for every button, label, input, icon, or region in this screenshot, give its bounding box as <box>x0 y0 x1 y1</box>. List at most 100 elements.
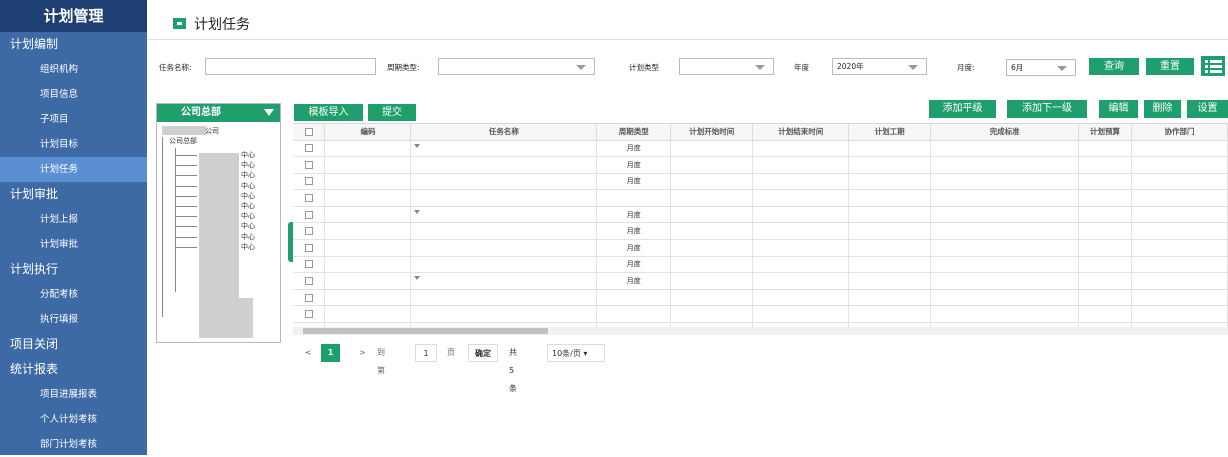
table-cell[interactable] <box>324 206 412 224</box>
sidebar-item[interactable]: 计划目标 <box>0 132 147 157</box>
table-cell[interactable] <box>1131 272 1228 290</box>
row-checkbox[interactable] <box>304 194 313 203</box>
sidebar-item[interactable]: 执行填报 <box>0 307 147 332</box>
table-row[interactable] <box>293 189 1228 207</box>
table-cell[interactable] <box>1078 156 1132 174</box>
table-cell[interactable]: 月度 <box>596 206 672 224</box>
table-cell[interactable] <box>752 140 850 158</box>
expand-icon[interactable] <box>414 209 421 214</box>
table-cell[interactable] <box>1131 206 1228 224</box>
table-cell[interactable] <box>670 289 754 307</box>
tree-node[interactable]: 中心 <box>241 181 255 191</box>
tree-node[interactable]: 中心 <box>241 232 255 242</box>
table-cell[interactable] <box>1078 305 1132 324</box>
row-checkbox[interactable] <box>304 160 313 169</box>
table-cell[interactable] <box>848 289 932 307</box>
table-row[interactable] <box>293 305 1228 324</box>
table-cell[interactable] <box>930 206 1080 224</box>
table-cell[interactable] <box>1131 156 1228 174</box>
table-cell[interactable] <box>670 206 754 224</box>
table-cell[interactable] <box>930 222 1080 241</box>
table-cell[interactable] <box>930 189 1080 207</box>
table-cell[interactable] <box>293 173 326 191</box>
table-cell[interactable] <box>410 140 598 158</box>
table-cell[interactable] <box>324 305 412 324</box>
submit-button[interactable]: 提交 <box>368 104 416 121</box>
reset-button[interactable]: 重置 <box>1146 58 1194 75</box>
table-cell[interactable] <box>293 239 326 257</box>
tree-node[interactable]: 中心 <box>241 211 255 221</box>
table-cell[interactable] <box>293 222 326 241</box>
table-cell[interactable] <box>848 272 932 290</box>
sidebar-item[interactable]: 项目进展报表 <box>0 382 147 407</box>
select-all-checkbox[interactable] <box>304 128 313 137</box>
tree-node[interactable]: 中心 <box>241 191 255 201</box>
table-cell[interactable] <box>1078 256 1132 274</box>
sidebar-item[interactable]: 子项目 <box>0 107 147 132</box>
list-view-button[interactable] <box>1201 56 1225 76</box>
table-row[interactable]: 月度 <box>293 222 1228 241</box>
table-cell[interactable] <box>930 305 1080 324</box>
table-cell[interactable] <box>752 156 850 174</box>
table-row[interactable]: 月度 <box>293 206 1228 224</box>
plan-type-select[interactable] <box>679 58 774 75</box>
next-page-icon[interactable]: > <box>359 344 369 362</box>
table-cell[interactable] <box>293 156 326 174</box>
table-cell[interactable] <box>324 222 412 241</box>
table-cell[interactable] <box>848 222 932 241</box>
table-cell[interactable] <box>410 206 598 224</box>
table-cell[interactable] <box>752 189 850 207</box>
page-number-current[interactable]: 1 <box>321 344 340 362</box>
table-cell[interactable] <box>1131 189 1228 207</box>
table-cell[interactable] <box>848 206 932 224</box>
scrollbar-thumb[interactable] <box>303 328 548 334</box>
table-cell[interactable] <box>410 239 598 257</box>
table-cell[interactable] <box>1078 239 1132 257</box>
table-cell[interactable] <box>670 305 754 324</box>
table-cell[interactable] <box>670 272 754 290</box>
table-cell[interactable] <box>848 305 932 324</box>
table-cell[interactable] <box>293 140 326 158</box>
table-cell[interactable] <box>596 305 672 324</box>
task-name-input[interactable] <box>205 58 376 75</box>
table-cell[interactable] <box>1078 140 1132 158</box>
table-cell[interactable] <box>324 256 412 274</box>
period-type-select[interactable] <box>438 58 595 75</box>
table-cell[interactable] <box>1131 222 1228 241</box>
settings-button[interactable]: 设置 <box>1187 100 1228 118</box>
row-checkbox[interactable] <box>304 260 313 269</box>
table-cell[interactable] <box>752 239 850 257</box>
table-cell[interactable]: 月度 <box>596 256 672 274</box>
sidebar-item[interactable]: 计划编制 <box>0 32 147 57</box>
sidebar-item[interactable]: 计划审批 <box>0 232 147 257</box>
row-checkbox[interactable] <box>304 293 313 302</box>
column-header[interactable]: 完成标准 <box>930 124 1080 141</box>
table-cell[interactable] <box>930 140 1080 158</box>
table-cell[interactable] <box>324 189 412 207</box>
prev-page-icon[interactable]: < <box>305 344 315 362</box>
table-cell[interactable] <box>293 256 326 274</box>
table-row[interactable] <box>293 289 1228 307</box>
table-cell[interactable] <box>848 239 932 257</box>
row-checkbox[interactable] <box>304 227 313 236</box>
column-header[interactable]: 编码 <box>324 124 412 141</box>
table-cell[interactable] <box>752 222 850 241</box>
table-cell[interactable] <box>324 140 412 158</box>
column-header[interactable]: 计划结束时间 <box>752 124 850 141</box>
year-select[interactable]: 2020年 <box>832 58 927 75</box>
table-cell[interactable] <box>848 140 932 158</box>
month-select[interactable]: 6月 <box>1006 59 1076 76</box>
table-cell[interactable] <box>324 289 412 307</box>
template-import-button[interactable]: 模板导入 <box>294 104 363 121</box>
table-cell[interactable] <box>324 156 412 174</box>
table-row[interactable]: 月度 <box>293 239 1228 257</box>
table-cell[interactable] <box>293 272 326 290</box>
goto-page-input[interactable]: 1 <box>415 344 437 362</box>
table-cell[interactable] <box>596 289 672 307</box>
expand-icon[interactable] <box>414 276 421 281</box>
table-cell[interactable] <box>1078 173 1132 191</box>
table-cell[interactable] <box>1131 173 1228 191</box>
table-cell[interactable] <box>1078 272 1132 290</box>
table-cell[interactable] <box>410 222 598 241</box>
table-cell[interactable] <box>752 289 850 307</box>
